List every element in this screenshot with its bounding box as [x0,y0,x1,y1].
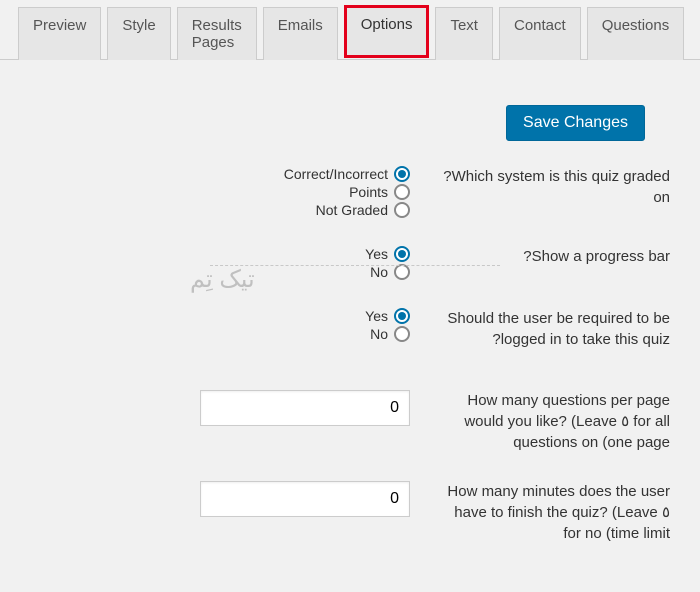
perpage-input[interactable] [200,390,410,426]
grading-radio-points-label: Points [349,184,388,200]
radio-icon [394,166,410,182]
radio-icon [394,326,410,342]
progress-radio-no[interactable]: No [370,264,410,280]
radio-icon [394,264,410,280]
tab-style[interactable]: Style [107,7,170,60]
radio-icon [394,308,410,324]
radio-icon [394,246,410,262]
minutes-label: How many minutes does the user have to f… [440,481,670,544]
tab-results[interactable]: Results Pages [177,7,257,60]
options-panel: Save Changes Correct/Incorrect Points No… [0,60,700,592]
tab-text[interactable]: Text [435,7,493,60]
login-radio-yes-label: Yes [365,308,388,324]
tabs-bar: Preview Style Results Pages Emails Optio… [0,0,700,60]
actions-row: Save Changes [30,85,670,166]
row-login: Yes No Should the user be required to be… [30,308,670,350]
grading-radio-notgraded[interactable]: Not Graded [316,202,410,218]
grading-radio-points[interactable]: Points [349,184,410,200]
grading-radio-group: Correct/Incorrect Points Not Graded [30,166,410,218]
row-grading: Correct/Incorrect Points Not Graded ?Whi… [30,166,670,218]
perpage-label: How many questions per page would you li… [440,390,670,453]
minutes-input[interactable] [200,481,410,517]
login-radio-no-label: No [370,326,388,342]
grading-radio-correct[interactable]: Correct/Incorrect [284,166,410,182]
row-perpage: How many questions per page would you li… [30,390,670,453]
login-radio-yes[interactable]: Yes [365,308,410,324]
progress-radio-no-label: No [370,264,388,280]
login-radio-group: Yes No [30,308,410,342]
login-label: Should the user be required to be ?logge… [440,308,670,350]
grading-radio-correct-label: Correct/Incorrect [284,166,388,182]
radio-icon [394,184,410,200]
row-minutes: How many minutes does the user have to f… [30,481,670,544]
progress-label: ?Show a progress bar [440,246,670,267]
tab-questions[interactable]: Questions [587,7,685,60]
tab-preview[interactable]: Preview [18,7,101,60]
grading-radio-notgraded-label: Not Graded [316,202,388,218]
tab-contact[interactable]: Contact [499,7,581,60]
tab-options[interactable]: Options [344,5,430,58]
progress-radio-group: Yes No [30,246,410,280]
radio-icon [394,202,410,218]
save-button[interactable]: Save Changes [506,105,645,141]
tab-emails[interactable]: Emails [263,7,338,60]
progress-radio-yes[interactable]: Yes [365,246,410,262]
row-progress: Yes No ?Show a progress bar [30,246,670,280]
grading-label: ?Which system is this quiz graded on [440,166,670,208]
progress-radio-yes-label: Yes [365,246,388,262]
login-radio-no[interactable]: No [370,326,410,342]
